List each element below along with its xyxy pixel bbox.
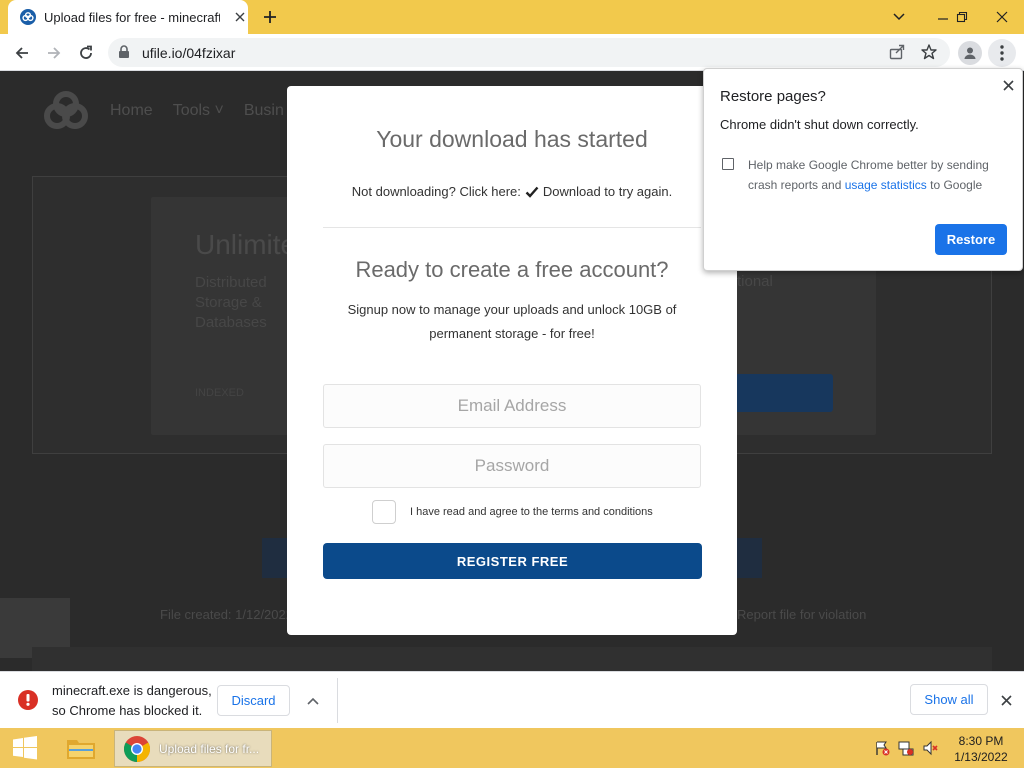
discard-button[interactable]: Discard — [217, 685, 290, 716]
tab-ufile[interactable]: Upload files for free - minecraft.exe - … — [8, 0, 248, 34]
restore-title: Restore pages? — [720, 88, 826, 105]
restore-window-icon[interactable] — [945, 0, 979, 34]
nav-tools[interactable]: Tools ˅ — [173, 102, 224, 120]
modal-description: Signup now to manage your uploads and un… — [347, 302, 677, 341]
close-icon[interactable] — [1000, 77, 1016, 93]
tab-title: Upload files for free - minecraft.exe - … — [44, 9, 220, 25]
modal-title: Your download has started — [376, 126, 648, 152]
terms-row: I have read and agree to the terms and c… — [372, 500, 653, 524]
volume-muted-icon[interactable] — [921, 740, 939, 756]
crash-report-checkbox[interactable] — [722, 158, 734, 170]
taskbar-chrome-button[interactable]: Upload files for fr... — [114, 730, 272, 767]
taskbar-chrome-label: Upload files for fr... — [159, 741, 260, 756]
tab-close-icon[interactable] — [232, 9, 248, 25]
retry-download-link[interactable]: Download to try again. — [543, 184, 672, 199]
ufile-favicon-icon — [20, 9, 36, 25]
download-blocked-message: minecraft.exe is dangerous, so Chrome ha… — [52, 683, 212, 718]
hero-subtitle: Distributed Storage & Databases — [195, 274, 267, 331]
file-explorer-icon[interactable] — [62, 732, 100, 764]
shelf-separator — [337, 678, 338, 723]
password-input[interactable] — [323, 444, 701, 488]
windows-taskbar: Upload files for fr... 8:30 PM 1/13/2022 — [0, 728, 1024, 768]
windows-start-icon[interactable] — [8, 734, 42, 762]
new-tab-button[interactable] — [258, 6, 282, 28]
nav-home[interactable]: Home — [110, 102, 153, 120]
nav-business[interactable]: Busin — [244, 102, 284, 120]
restore-button[interactable]: Restore — [935, 224, 1007, 255]
register-free-button[interactable]: REGISTER FREE — [323, 543, 702, 579]
tab-search-icon[interactable] — [882, 0, 916, 34]
ufile-logo-icon — [44, 91, 88, 129]
profile-avatar-icon[interactable] — [958, 41, 982, 65]
restore-pages-bubble: Restore pages? Chrome didn't shut down c… — [703, 68, 1023, 271]
share-icon[interactable] — [888, 43, 906, 66]
bookmark-star-icon[interactable] — [920, 43, 938, 66]
action-center-flag-icon[interactable] — [873, 740, 891, 756]
restore-message: Chrome didn't shut down correctly. — [720, 117, 919, 132]
terms-checkbox[interactable] — [372, 500, 396, 524]
system-clock[interactable]: 8:30 PM 1/13/2022 — [948, 733, 1014, 765]
address-bar[interactable]: ufile.io/04fzixar — [108, 38, 950, 67]
url-text[interactable]: ufile.io/04fzixar — [142, 45, 235, 61]
help-suffix: to Google — [930, 178, 983, 192]
chrome-logo-icon — [123, 735, 151, 762]
close-shelf-icon[interactable] — [998, 692, 1014, 708]
report-file-link[interactable]: Report file for violation — [737, 607, 866, 622]
retry-prefix: Not downloading? Click here: — [351, 184, 521, 199]
file-created-text: File created: 1/12/2022 — [160, 607, 293, 622]
browser-toolbar: ufile.io/04fzixar — [0, 34, 1024, 71]
modal-subtitle: Ready to create a free account? — [355, 257, 669, 282]
chevron-up-icon[interactable] — [304, 692, 322, 710]
site-nav: Home Tools ˅ Busin — [40, 91, 304, 131]
download-shelf: minecraft.exe is dangerous, so Chrome ha… — [0, 671, 1024, 728]
lock-icon[interactable] — [118, 45, 130, 64]
terms-label[interactable]: I have read and agree to the terms and c… — [410, 506, 653, 518]
clock-time: 8:30 PM — [958, 734, 1004, 748]
retry-line: Not downloading? Click here: Download to… — [287, 184, 737, 199]
show-all-button[interactable]: Show all — [910, 684, 988, 715]
tab-strip: Upload files for free - minecraft.exe - … — [0, 0, 1024, 34]
network-icon[interactable] — [897, 740, 915, 756]
hero-small-text: INDEXED — [195, 387, 244, 399]
forward-arrow-icon[interactable] — [40, 39, 68, 67]
back-arrow-icon[interactable] — [8, 39, 36, 67]
danger-warning-icon — [18, 690, 38, 710]
chrome-menu-icon[interactable] — [988, 39, 1016, 67]
clock-date: 1/13/2022 — [954, 750, 1008, 764]
usage-statistics-link[interactable]: usage statistics — [845, 178, 927, 192]
hero-cta-button[interactable] — [723, 374, 833, 412]
reload-icon[interactable] — [72, 39, 100, 67]
email-input[interactable] — [323, 384, 701, 428]
close-window-icon[interactable] — [980, 0, 1024, 34]
download-modal: Your download has started Not downloadin… — [287, 86, 737, 635]
ad-banner — [32, 647, 992, 671]
modal-divider — [323, 227, 701, 228]
checkmark-icon — [525, 186, 539, 198]
crash-report-label: Help make Google Chrome better by sendin… — [748, 155, 1008, 195]
hero-title: Unlimited — [195, 229, 287, 260]
hero-subtitle-right: tional — [737, 273, 773, 290]
